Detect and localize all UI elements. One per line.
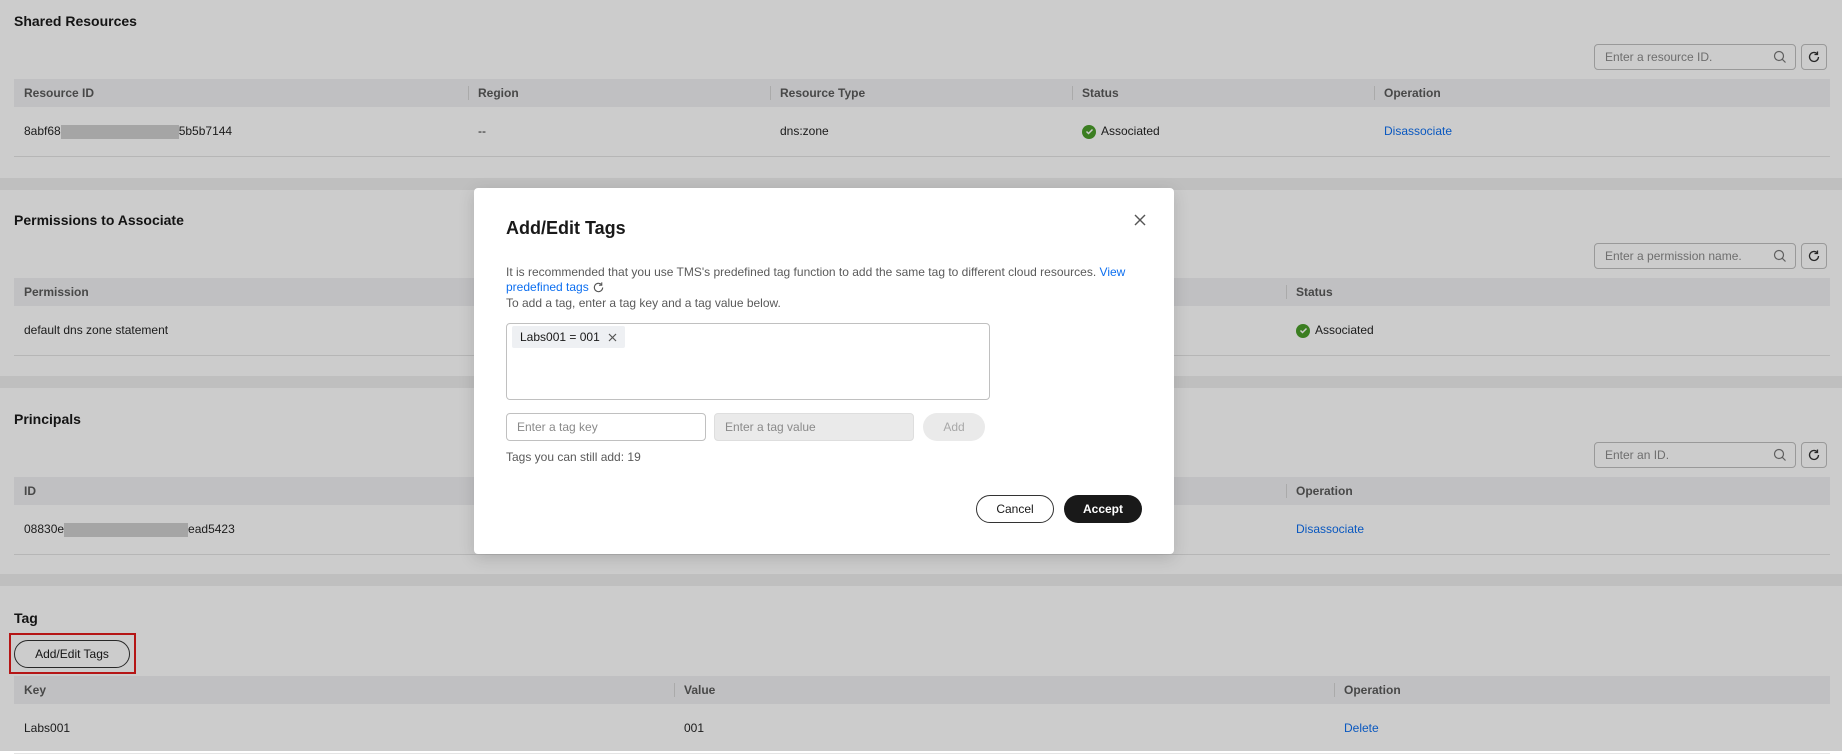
dialog-info: It is recommended that you use TMS's pre…: [506, 265, 1146, 295]
tag-chip: Labs001 = 001: [512, 326, 625, 348]
info-text: It is recommended that you use TMS's pre…: [506, 265, 1097, 279]
dialog-hint: To add a tag, enter a tag key and a tag …: [506, 296, 781, 310]
close-icon[interactable]: [1132, 212, 1148, 228]
remaining-tags-text: Tags you can still add: 19: [506, 450, 641, 464]
refresh-icon[interactable]: [592, 281, 605, 294]
tag-chip-label: Labs001 = 001: [520, 330, 600, 344]
accept-button[interactable]: Accept: [1064, 495, 1142, 523]
remove-tag-icon[interactable]: [608, 333, 617, 342]
tag-key-input[interactable]: [506, 413, 706, 441]
page: Shared Resources Resource ID Region Reso…: [0, 0, 1842, 754]
add-tag-button[interactable]: Add: [923, 413, 985, 441]
dialog-title: Add/Edit Tags: [506, 218, 626, 238]
cancel-button[interactable]: Cancel: [976, 495, 1054, 523]
tag-value-input[interactable]: [714, 413, 914, 441]
tag-list-area[interactable]: Labs001 = 001: [506, 323, 990, 400]
add-edit-tags-dialog: Add/Edit Tags It is recommended that you…: [474, 188, 1174, 554]
